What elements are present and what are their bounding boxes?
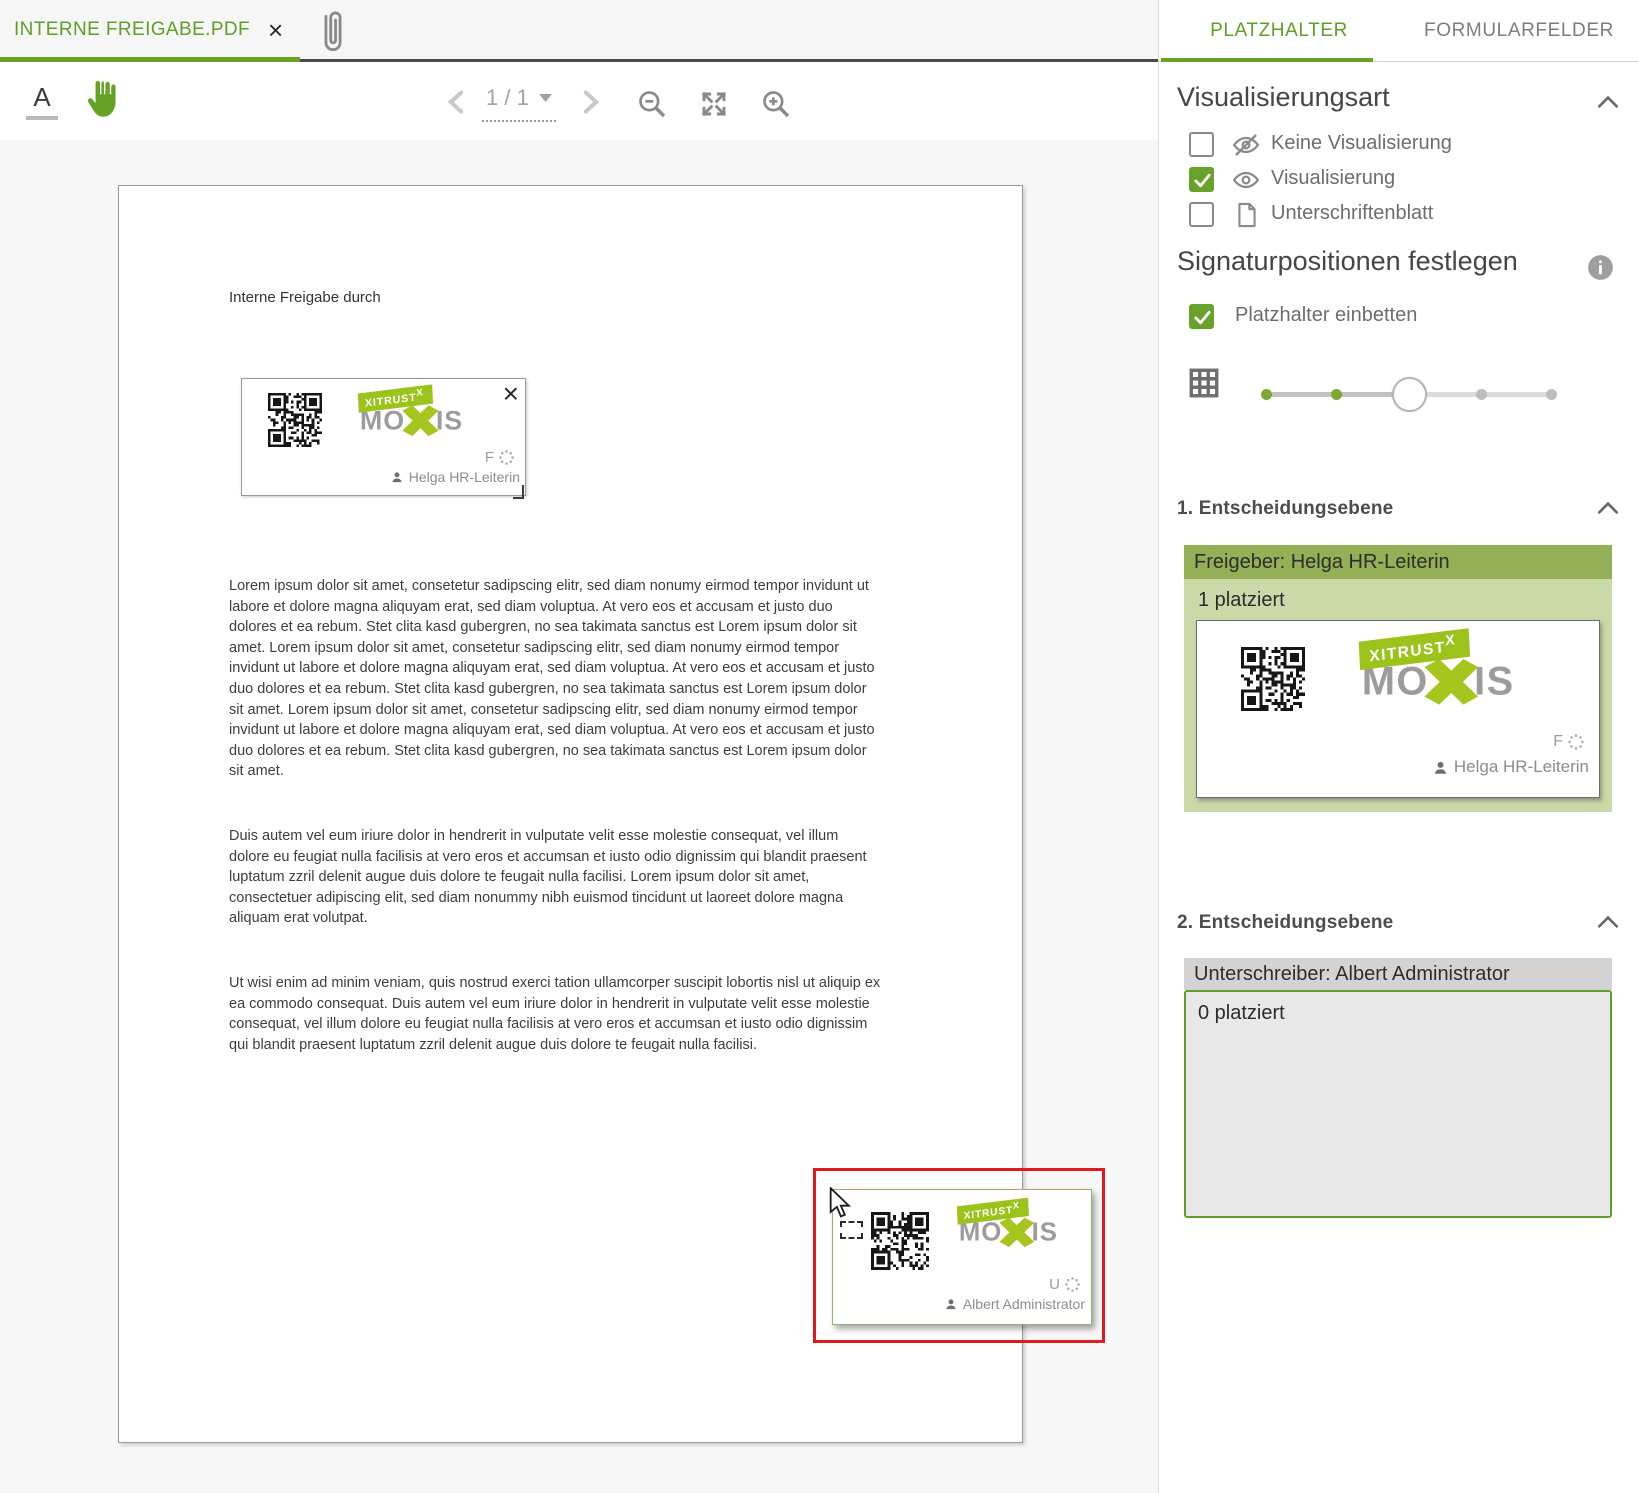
option-label: Keine Visualisierung <box>1271 132 1452 155</box>
attachment-paperclip-icon[interactable] <box>316 8 350 56</box>
option-visualisierung: Visualisierung <box>1159 165 1638 197</box>
pdf-toolbar: A 1 / 1 <box>0 62 1158 140</box>
placeholder-sidebar: PLATZHALTER FORMULARFELDER Visualisierun… <box>1158 0 1638 1493</box>
level-1-card: Freigeber: Helga HR-Leiterin 1 platziert… <box>1184 545 1612 812</box>
text-select-tool[interactable]: A <box>26 82 58 120</box>
collapse-visualization-icon[interactable] <box>1596 94 1620 110</box>
slider-stop[interactable] <box>1546 389 1557 400</box>
moxis-x-icon <box>998 1217 1037 1248</box>
checkbox-visualisierung[interactable] <box>1189 167 1214 192</box>
paragraph: Duis autem vel eum iriure dolor in hendr… <box>229 826 881 929</box>
next-page-button[interactable] <box>580 90 602 114</box>
slider-stop[interactable] <box>1331 389 1342 400</box>
slider-stop[interactable] <box>1261 389 1272 400</box>
move-dots-icon <box>1567 733 1585 751</box>
placeholder-signer: Albert Administrator <box>944 1296 1085 1312</box>
collapse-level-1-icon[interactable] <box>1596 500 1620 516</box>
placeholder-size-slider[interactable] <box>1263 376 1555 412</box>
page-indicator: 1 / 1 <box>486 85 529 111</box>
level-2-title: 2. Entscheidungsebene <box>1177 912 1393 934</box>
resize-handle[interactable] <box>513 485 524 499</box>
level-2-count: 0 platziert <box>1186 992 1610 1025</box>
document-tab[interactable]: INTERNE FREIGABE.PDF × <box>0 0 303 59</box>
checkbox-unterschriftenblatt[interactable] <box>1189 202 1214 227</box>
signature-placeholder-helga[interactable]: xitrustX mo is × F Helga HR-Lei <box>241 378 526 496</box>
tab-platzhalter[interactable]: PLATZHALTER <box>1159 0 1399 61</box>
drag-cursor-icon <box>828 1187 856 1221</box>
tab-formularfelder[interactable]: FORMULARFELDER <box>1399 0 1638 61</box>
grid-icon[interactable] <box>1187 366 1221 400</box>
move-dots-icon <box>1064 1276 1081 1293</box>
placeholder-preview-helga[interactable]: xitrustX mo is F <box>1196 620 1600 798</box>
slider-stop[interactable] <box>1476 389 1487 400</box>
zoom-in-icon[interactable] <box>760 88 792 120</box>
visualization-heading: Visualisierungsart <box>1177 82 1390 113</box>
person-icon <box>390 470 404 484</box>
placeholder-signer: Helga HR-Leiterin <box>390 469 520 485</box>
checkbox-keine-visualisierung[interactable] <box>1189 132 1214 157</box>
document-title: Interne Freigabe durch <box>229 289 381 306</box>
moxis-x-icon <box>1422 658 1482 706</box>
slider-thumb[interactable] <box>1392 377 1427 412</box>
qr-code <box>1241 647 1305 711</box>
moxis-signature-editor: INTERNE FREIGABE.PDF × A 1 / 1 <box>0 0 1638 1493</box>
person-icon <box>944 1297 958 1311</box>
signature-placeholder-albert[interactable]: xitrustX mo is U Albert Administrator <box>832 1189 1092 1325</box>
option-label: Platzhalter einbetten <box>1235 304 1417 327</box>
level-2-dropzone: 0 platziert <box>1184 990 1612 1218</box>
remove-placeholder-icon[interactable]: × <box>503 379 519 409</box>
option-label: Visualisierung <box>1271 167 1395 190</box>
sidebar-tabs: PLATZHALTER FORMULARFELDER <box>1159 0 1638 62</box>
positions-heading: Signaturpositionen festlegen <box>1177 246 1518 277</box>
level-2-role: Unterschreiber: Albert Administrator <box>1184 958 1612 990</box>
paragraph: Lorem ipsum dolor sit amet, consetetur s… <box>229 576 881 782</box>
page-indicator-dropdown[interactable]: 1 / 1 <box>482 85 556 122</box>
paragraph: Ut wisi enim ad minim veniam, quis nostr… <box>229 973 881 1055</box>
sheet-icon <box>1235 201 1259 229</box>
person-icon <box>1432 759 1449 776</box>
size-control-row <box>1159 366 1638 406</box>
moxis-logo: xitrustX mo is <box>358 389 502 445</box>
pan-tool[interactable] <box>84 78 122 120</box>
active-drop-highlight: xitrustX mo is U Albert Administrator <box>813 1168 1105 1343</box>
text-tool-label: A <box>33 82 50 112</box>
caret-down-icon <box>539 94 552 102</box>
document-tab-label: INTERNE FREIGABE.PDF <box>14 19 250 41</box>
placeholder-type-badge: F <box>1553 733 1585 751</box>
level-1-title: 1. Entscheidungsebene <box>1177 498 1393 520</box>
drag-ghost-box <box>840 1221 863 1239</box>
document-tabstrip: INTERNE FREIGABE.PDF × <box>0 0 1158 62</box>
placeholder-signer: Helga HR-Leiterin <box>1432 757 1589 777</box>
placeholder-type-badge: F <box>485 449 515 466</box>
qr-code <box>871 1212 929 1270</box>
collapse-level-2-icon[interactable] <box>1596 914 1620 930</box>
fullscreen-icon[interactable] <box>698 88 730 120</box>
previous-page-button[interactable] <box>445 90 467 114</box>
option-unterschriftenblatt: Unterschriftenblatt <box>1159 200 1638 232</box>
placeholder-type-badge: U <box>1049 1276 1081 1293</box>
info-icon[interactable] <box>1587 254 1614 281</box>
eye-off-icon <box>1231 131 1261 159</box>
eye-icon <box>1231 166 1261 194</box>
level-1-count: 1 platziert <box>1196 587 1600 620</box>
level-2-card: Unterschreiber: Albert Administrator 0 p… <box>1184 958 1612 1218</box>
active-sidebar-tab-underline <box>1161 58 1373 62</box>
close-tab-icon[interactable]: × <box>268 20 283 40</box>
option-platzhalter-einbetten: Platzhalter einbetten <box>1159 302 1638 334</box>
checkbox-platzhalter-einbetten[interactable] <box>1189 304 1214 329</box>
option-label: Unterschriftenblatt <box>1271 202 1433 225</box>
moxis-x-icon <box>400 404 440 437</box>
qr-code <box>268 393 322 447</box>
moxis-logo: xitrustX mo is <box>957 1202 1095 1255</box>
hand-icon <box>84 78 122 120</box>
move-dots-icon <box>498 449 515 466</box>
moxis-logo: xitrustX mo is <box>1359 635 1572 717</box>
zoom-out-icon[interactable] <box>636 88 668 120</box>
document-canvas[interactable]: Interne Freigabe durch xitrustX mo is × … <box>0 140 1158 1493</box>
level-1-role: Freigeber: Helga HR-Leiterin <box>1184 545 1612 579</box>
option-keine-visualisierung: Keine Visualisierung <box>1159 130 1638 162</box>
